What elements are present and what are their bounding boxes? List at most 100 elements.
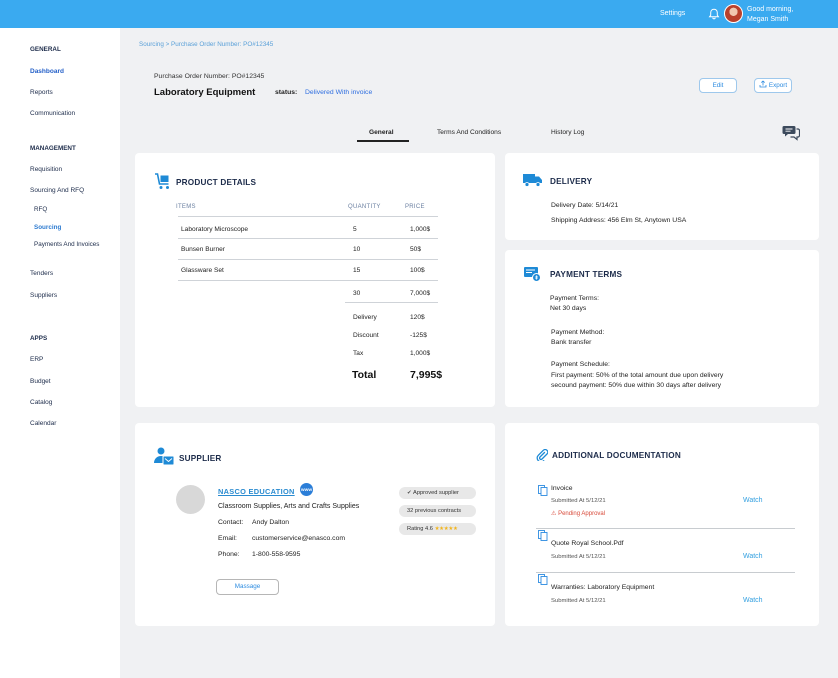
supplier-title: SUPPLIER — [179, 454, 222, 463]
active-tab-indicator — [357, 140, 409, 142]
document-name: Warranties: Laboratory Equipment — [551, 584, 655, 591]
sidebar-item-communication[interactable]: Communication — [30, 110, 75, 117]
delivery-date: Delivery Date: 5/14/21 — [551, 202, 619, 209]
table-divider — [178, 216, 438, 217]
shipping-address: Shipping Address: 456 Elm St, Anytown US… — [551, 217, 687, 224]
email-value[interactable]: customerservice@enasco.com — [252, 534, 345, 544]
total-value: 7,995$ — [410, 369, 443, 381]
sidebar-item-catalog[interactable]: Catalog — [30, 399, 52, 406]
sidebar-item-tenders[interactable]: Tenders — [30, 270, 53, 277]
delivery-label: Delivery — [353, 314, 377, 321]
contact-value: Andy Dalton — [252, 519, 290, 526]
phone-label: Phone: — [218, 551, 240, 558]
warning-icon: ⚠ — [551, 511, 557, 517]
document-icon — [538, 574, 548, 585]
check-icon: ✔ — [407, 490, 412, 496]
page-title: Laboratory Equipment — [154, 87, 256, 98]
document-submitted: Submitted At 5/12/21 — [551, 554, 606, 560]
supplier-avatar — [176, 485, 205, 514]
sidebar-item-budget[interactable]: Budget — [30, 378, 51, 385]
table-cell-price: 1,000$ — [410, 226, 431, 233]
po-number: Purchase Order Number: PO#12345 — [154, 73, 265, 80]
watch-link[interactable]: Watch — [743, 597, 763, 604]
tab-general[interactable]: General — [369, 129, 394, 136]
watch-link[interactable]: Watch — [743, 497, 763, 504]
greeting: Good morning, Megan Smith — [747, 5, 793, 24]
document-divider — [536, 572, 795, 573]
top-bar: Settings Good morning, Megan Smith — [0, 0, 838, 28]
tax-label: Tax — [353, 350, 364, 357]
document-icon — [538, 485, 548, 496]
rating-value: 4.6 — [425, 526, 433, 532]
user-avatar[interactable] — [724, 4, 743, 23]
document-submitted: Submitted At 5/12/21 — [551, 498, 606, 504]
phone-value: 1-800-558-9595 — [252, 551, 301, 558]
table-divider — [178, 259, 438, 260]
subtotal-price: 7,000$ — [410, 290, 431, 297]
delivery-card — [505, 153, 819, 240]
delivery-value: 120$ — [410, 314, 425, 321]
table-divider — [345, 302, 438, 303]
upload-icon — [759, 80, 767, 88]
paperclip-icon — [536, 449, 548, 461]
export-button[interactable]: Export — [754, 78, 792, 93]
table-cell-qty: 15 — [353, 267, 361, 274]
pending-status: ⚠ Pending Approval — [551, 510, 605, 517]
document-name: Invoice — [551, 485, 573, 492]
message-button[interactable]: Massage — [216, 579, 279, 595]
tab-history[interactable]: History Log — [551, 129, 584, 136]
supplier-description: Classroom Supplies, Arts and Crafts Supp… — [218, 503, 360, 510]
discount-value: -125$ — [410, 332, 427, 339]
breadcrumb[interactable]: Sourcing > Purchase Order Number: PO#123… — [139, 41, 273, 48]
sidebar-section-management: MANAGEMENT — [30, 145, 76, 152]
additional-docs-title: ADDITIONAL DOCUMENTATION — [552, 451, 681, 460]
watch-link[interactable]: Watch — [743, 553, 763, 560]
table-cell-item: Bunsen Burner — [181, 246, 225, 253]
sidebar-section-general: GENERAL — [30, 46, 61, 53]
contact-label: Contact: — [218, 519, 244, 526]
table-divider — [178, 280, 438, 281]
email-label: Email: — [218, 535, 237, 542]
payment-schedule-second: secound payment: 50% due within 30 days … — [551, 382, 722, 389]
sidebar-item-dashboard[interactable]: Dashboard — [30, 68, 64, 75]
website-icon[interactable]: WWW — [300, 483, 313, 496]
sidebar-item-sourcing[interactable]: Sourcing — [34, 224, 61, 231]
approved-label: Approved supplier — [413, 490, 459, 496]
sidebar-item-sourcing-rfq[interactable]: Sourcing And RFQ — [30, 187, 84, 194]
sidebar-item-rfq[interactable]: RFQ — [34, 206, 47, 213]
status-label: status: — [275, 89, 298, 96]
edit-button[interactable]: Edit — [699, 78, 737, 93]
sidebar-item-payments[interactable]: Payments And Invoices — [34, 241, 99, 248]
status-value: Delivered With invoice — [305, 89, 373, 96]
settings-link[interactable]: Settings — [660, 10, 685, 17]
payment-terms-label: Payment Terms: — [550, 295, 599, 302]
chat-icon[interactable] — [782, 124, 800, 141]
sidebar-section-apps: APPS — [30, 335, 48, 342]
contracts-badge: 32 previous contracts — [399, 505, 476, 517]
document-icon — [538, 530, 548, 541]
export-label: Export — [768, 82, 788, 89]
bell-icon[interactable] — [708, 8, 720, 20]
rating-label: Rating — [407, 526, 424, 532]
product-details-title: PRODUCT DETAILS — [176, 178, 257, 187]
approved-badge: ✔ Approved supplier — [399, 487, 476, 499]
subtotal-qty: 30 — [353, 290, 361, 297]
sidebar-item-reports[interactable]: Reports — [30, 89, 53, 96]
table-divider — [178, 238, 438, 239]
column-header-quantity: QUANTITY — [348, 204, 381, 210]
sidebar-item-requisition[interactable]: Requisition — [30, 166, 62, 173]
payment-method-value: Bank transfer — [551, 339, 592, 346]
payment-terms-value: Net 30 days — [550, 305, 587, 312]
tax-value: 1,000$ — [410, 350, 431, 357]
supplier-name-link[interactable]: NASCO EDUCATION — [218, 487, 295, 496]
tab-terms[interactable]: Terms And Conditions — [437, 129, 501, 136]
payment-method-label: Payment Method: — [551, 329, 605, 336]
cart-icon — [155, 173, 169, 189]
sidebar-item-erp[interactable]: ERP — [30, 356, 43, 363]
sidebar-item-calendar[interactable]: Calendar — [30, 420, 56, 427]
sidebar-item-suppliers[interactable]: Suppliers — [30, 292, 57, 299]
discount-label: Discount — [353, 332, 379, 339]
table-cell-price: 100$ — [410, 267, 425, 274]
table-cell-item: Glassware Set — [181, 267, 224, 274]
rating-stars: ★★★★★ — [434, 526, 459, 532]
